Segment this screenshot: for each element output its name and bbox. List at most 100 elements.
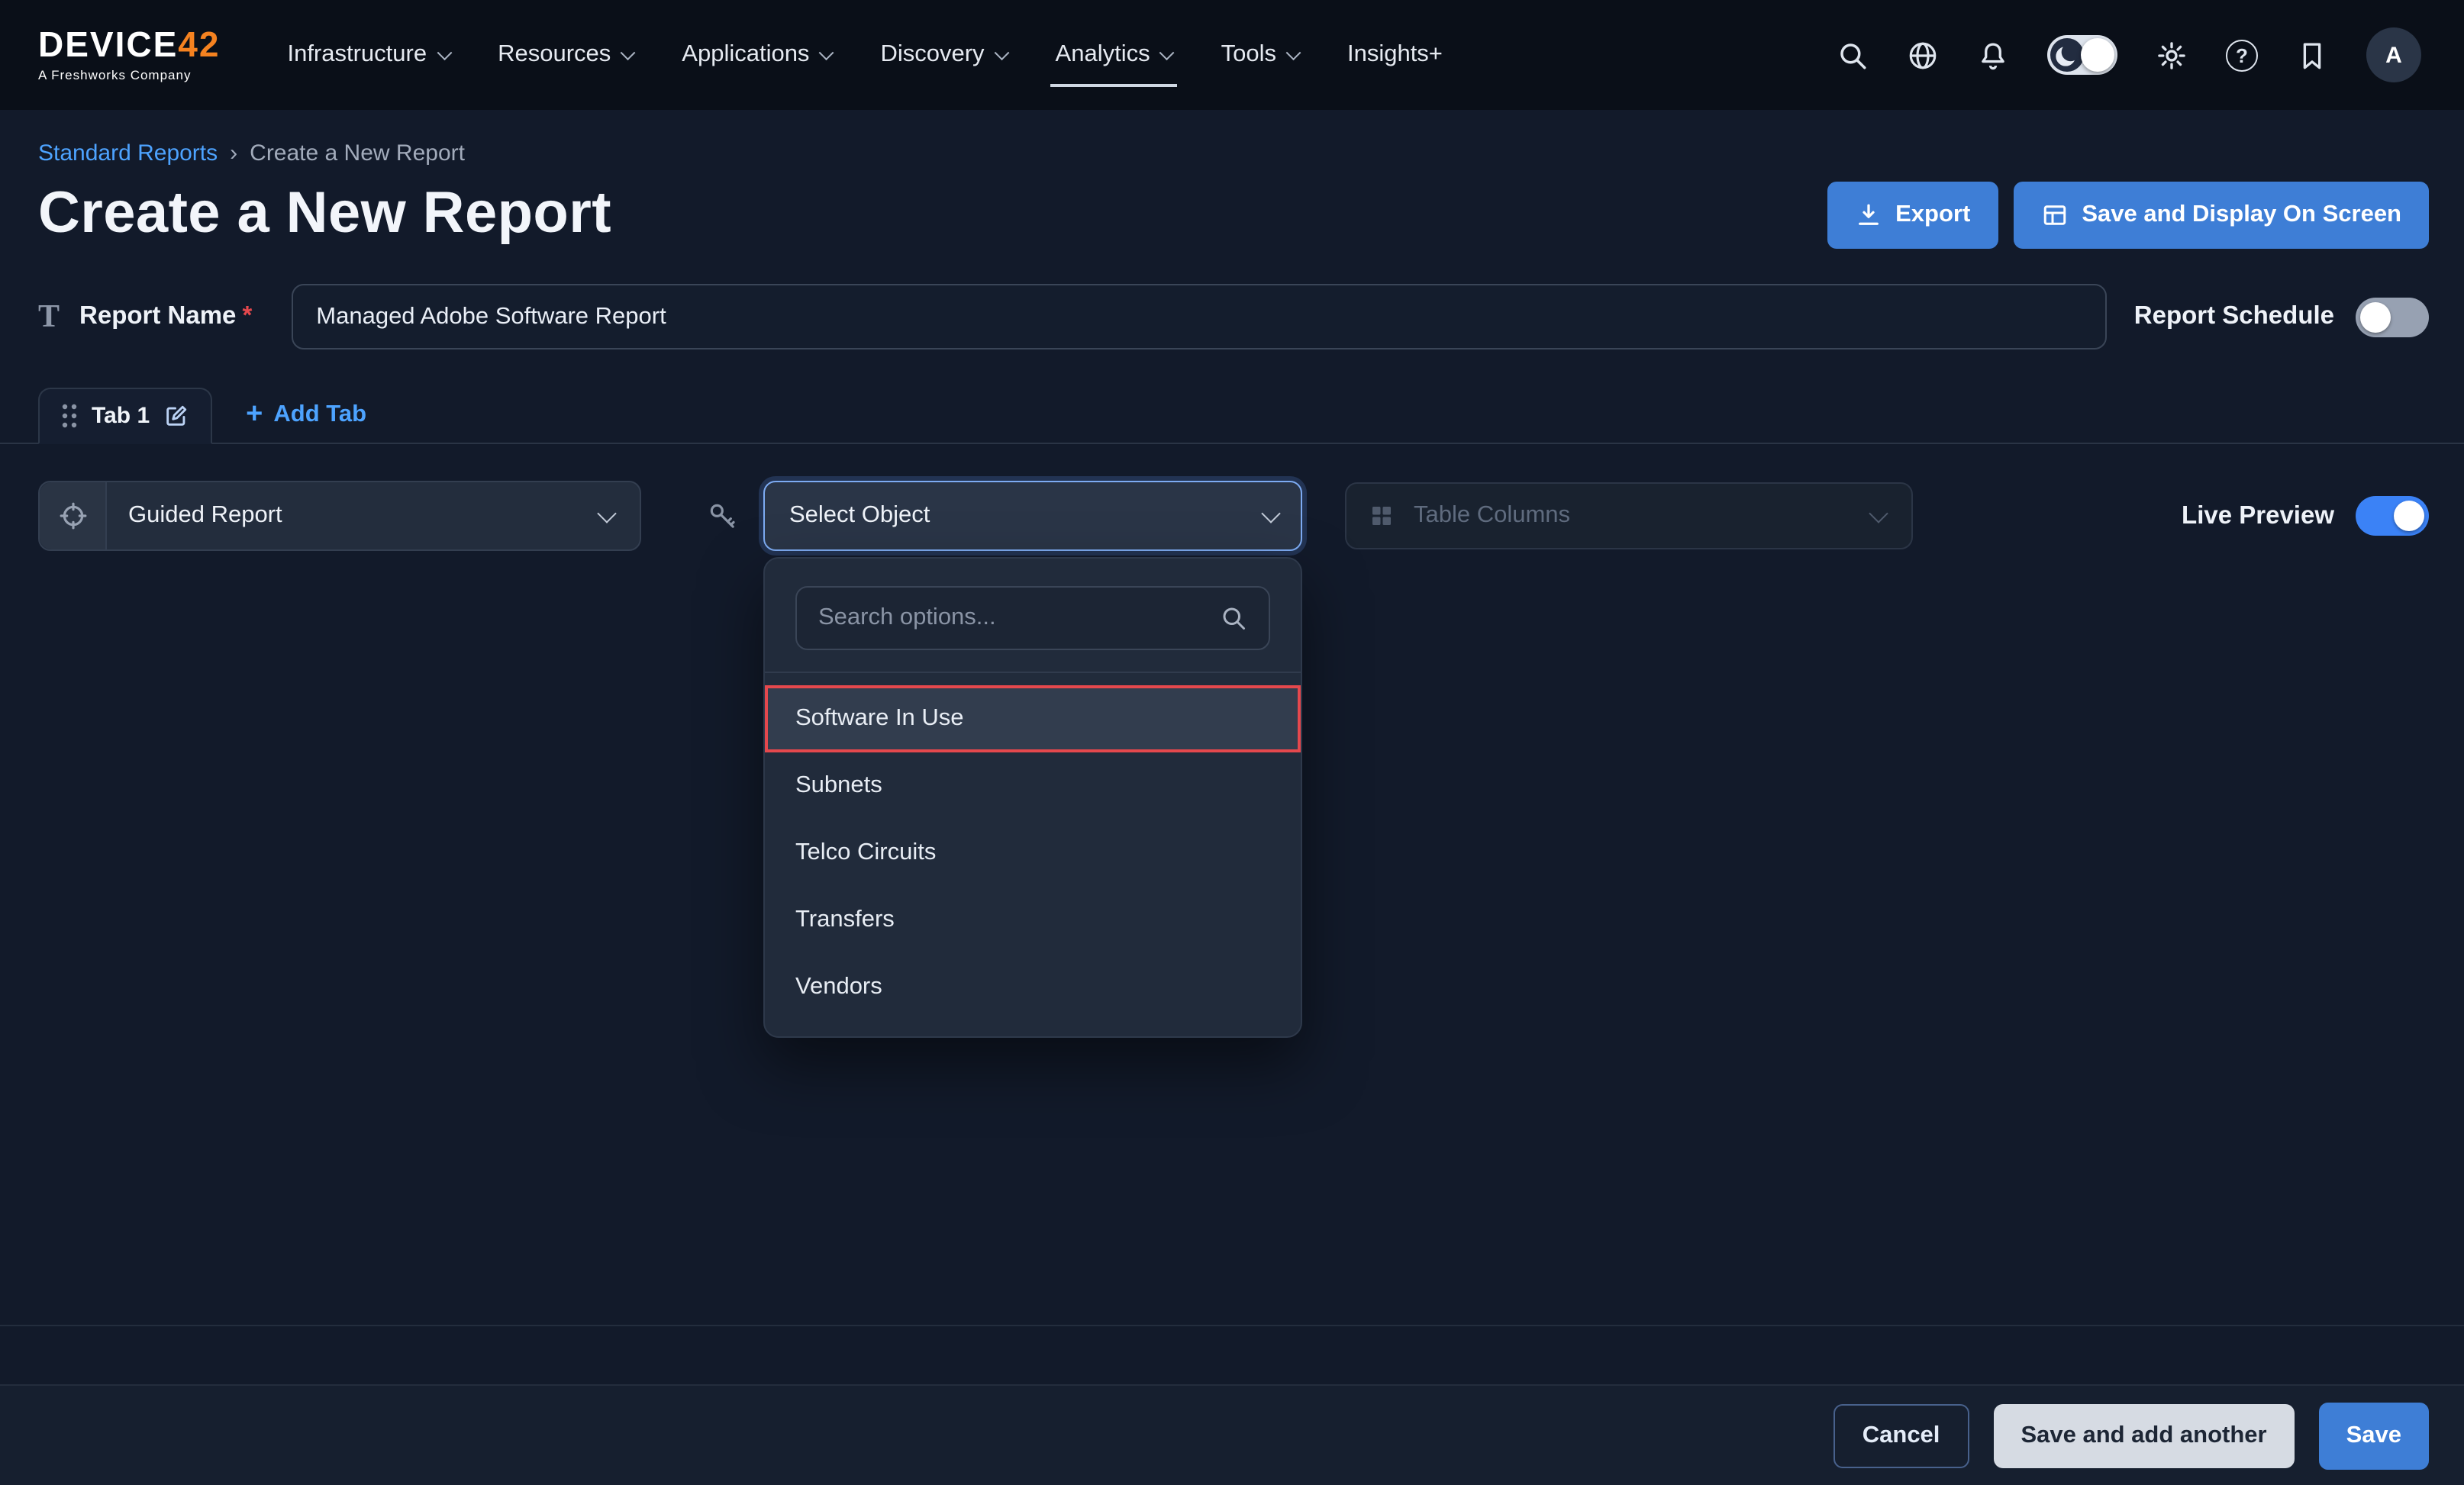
top-navbar: DEVICE42 A Freshworks Company Infrastruc… [0,0,2464,110]
app-root: DEVICE42 A Freshworks Company Infrastruc… [0,0,2464,1485]
report-schedule-label: Report Schedule [2134,302,2334,331]
option-label: Software In Use [795,705,964,733]
globe-icon[interactable] [1907,39,1939,71]
tab-1[interactable]: Tab 1 [38,388,212,444]
footer-action-bar: Cancel Save and add another Save [0,1384,2464,1485]
table-icon [2040,201,2068,229]
search-icon[interactable] [1837,39,1869,71]
option-label: Telco Circuits [795,839,936,867]
nav-item-infrastructure[interactable]: Infrastructure [287,0,449,110]
report-name-label: Report Name* [79,302,252,331]
plus-icon: + [246,400,263,429]
save-and-display-button[interactable]: Save and Display On Screen [2013,182,2429,249]
toggle-knob [2360,301,2391,332]
tab-1-label: Tab 1 [92,403,150,429]
nav-item-resources[interactable]: Resources [498,0,633,110]
options-search-box[interactable] [795,586,1270,650]
nav-item-discovery[interactable]: Discovery [880,0,1006,110]
report-name-row: T Report Name* Report Schedule [38,284,2429,350]
chevron-down-icon [820,45,834,59]
chevron-down-icon [1869,503,1888,522]
nav-item-analytics[interactable]: Analytics [1056,0,1172,110]
report-name-input[interactable] [292,284,2107,350]
option-telco-circuits[interactable]: Telco Circuits [765,820,1301,887]
navbar-actions: ? A [1837,27,2421,82]
nav-item-applications[interactable]: Applications [682,0,831,110]
nav-item-label: Applications [682,41,809,69]
logo-text: DEVICE42 [38,27,220,63]
gear-icon[interactable] [2156,39,2188,71]
key-icon [699,501,745,531]
option-transfers[interactable]: Transfers [765,887,1301,954]
drag-handle-icon [61,403,78,429]
bookmark-icon[interactable] [2296,39,2328,71]
table-columns-placeholder: Table Columns [1414,502,1570,530]
report-builder-controls: Guided Report Select Object Table Column… [38,481,2429,551]
table-columns-select[interactable]: Table Columns [1345,482,1913,549]
chevron-down-icon [995,45,1008,59]
option-label: Transfers [795,907,895,934]
nav-item-label: Insights+ [1347,41,1443,69]
chevron-down-icon [621,45,635,59]
save-button[interactable]: Save [2319,1402,2429,1469]
save-and-add-another-button[interactable]: Save and add another [1993,1403,2294,1467]
bell-icon[interactable] [1977,39,2009,71]
nav-item-label: Analytics [1056,41,1150,69]
dropdown-search-wrap [765,559,1301,672]
option-vendors[interactable]: Vendors [765,954,1301,1021]
nav-item-label: Tools [1221,41,1276,69]
nav-item-label: Discovery [880,41,984,69]
help-glyph: ? [2236,43,2248,66]
main-nav: Infrastructure Resources Applications Di… [287,0,1442,110]
logo-main: DEVICE [38,24,178,64]
report-type-select[interactable]: Guided Report [38,481,641,551]
breadcrumb-link-standard-reports[interactable]: Standard Reports [38,140,218,166]
report-name-label-text: Report Name [79,302,236,330]
live-preview-control: Live Preview [2182,496,2429,536]
page-header: Standard Reports › Create a New Report C… [0,110,2464,247]
object-select-dropdown: Software In Use Subnets Telco Circuits T… [763,557,1302,1038]
logo-accent: 42 [178,24,220,64]
option-label: Subnets [795,772,882,800]
breadcrumb-current: Create a New Report [250,140,465,166]
nav-item-tools[interactable]: Tools [1221,0,1298,110]
chevron-down-icon [1261,503,1280,522]
download-icon [1854,201,1882,229]
object-options-list: Software In Use Subnets Telco Circuits T… [765,673,1301,1036]
required-asterisk: * [242,302,252,330]
edit-icon[interactable] [163,403,189,429]
breadcrumb-separator: › [230,140,237,166]
save-and-display-label: Save and Display On Screen [2082,201,2401,229]
option-label: Vendors [795,974,882,1001]
grid-icon [1368,502,1395,530]
report-type-value: Guided Report [128,502,282,530]
theme-toggle[interactable] [2047,35,2117,75]
add-tab-label: Add Tab [273,401,366,428]
avatar[interactable]: A [2366,27,2421,82]
live-preview-toggle[interactable] [2356,496,2429,536]
chevron-down-icon [1160,45,1174,59]
option-software-in-use[interactable]: Software In Use [765,685,1301,752]
object-select[interactable]: Select Object [763,481,1302,551]
chevron-down-icon [1286,45,1300,59]
avatar-initial: A [2385,42,2402,68]
live-preview-label: Live Preview [2182,501,2334,530]
target-icon [40,482,107,549]
chevron-down-icon [597,503,616,522]
chevron-down-icon [437,45,450,59]
add-tab-button[interactable]: + Add Tab [246,400,366,429]
tab-bar: Tab 1 + Add Tab [0,386,2464,444]
device42-logo[interactable]: DEVICE42 A Freshworks Company [38,27,220,82]
logo-subtitle: A Freshworks Company [38,67,220,82]
nav-item-insights[interactable]: Insights+ [1347,0,1443,110]
cancel-button[interactable]: Cancel [1833,1403,1969,1467]
toggle-knob [2394,501,2424,531]
export-button[interactable]: Export [1827,182,1998,249]
report-schedule-toggle[interactable] [2356,297,2429,337]
help-icon[interactable]: ? [2226,39,2258,71]
option-subnets[interactable]: Subnets [765,752,1301,820]
object-select-value: Select Object [789,502,930,530]
header-actions: Export Save and Display On Screen [1827,182,2429,249]
options-search-input[interactable] [818,604,1220,632]
theme-toggle-knob [2081,38,2114,72]
